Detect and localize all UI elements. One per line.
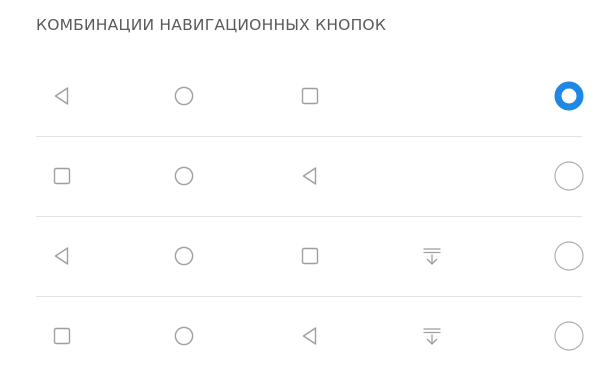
nav-combination-option-1[interactable] <box>0 56 604 136</box>
recents-icon <box>299 245 321 267</box>
section-title: КОМБИНАЦИИ НАВИГАЦИОННЫХ КНОПОК <box>36 16 387 34</box>
back-icon <box>299 165 321 187</box>
notification-pull-icon <box>421 325 443 347</box>
home-icon <box>173 325 195 347</box>
recents-icon <box>51 165 73 187</box>
recents-icon <box>299 85 321 107</box>
notification-pull-icon <box>421 245 443 267</box>
nav-combination-option-3[interactable] <box>0 216 604 296</box>
home-icon <box>173 165 195 187</box>
recents-icon <box>51 325 73 347</box>
radio-unselected[interactable] <box>554 321 584 351</box>
back-icon <box>51 245 73 267</box>
radio-unselected[interactable] <box>554 241 584 271</box>
back-icon <box>299 325 321 347</box>
nav-combination-option-2[interactable] <box>0 136 604 216</box>
radio-unselected[interactable] <box>554 161 584 191</box>
navigation-combinations-screen: КОМБИНАЦИИ НАВИГАЦИОННЫХ КНОПОК <box>0 0 604 372</box>
home-icon <box>173 85 195 107</box>
nav-combination-option-4[interactable] <box>0 296 604 372</box>
radio-selected[interactable] <box>554 81 584 111</box>
back-icon <box>51 85 73 107</box>
home-icon <box>173 245 195 267</box>
